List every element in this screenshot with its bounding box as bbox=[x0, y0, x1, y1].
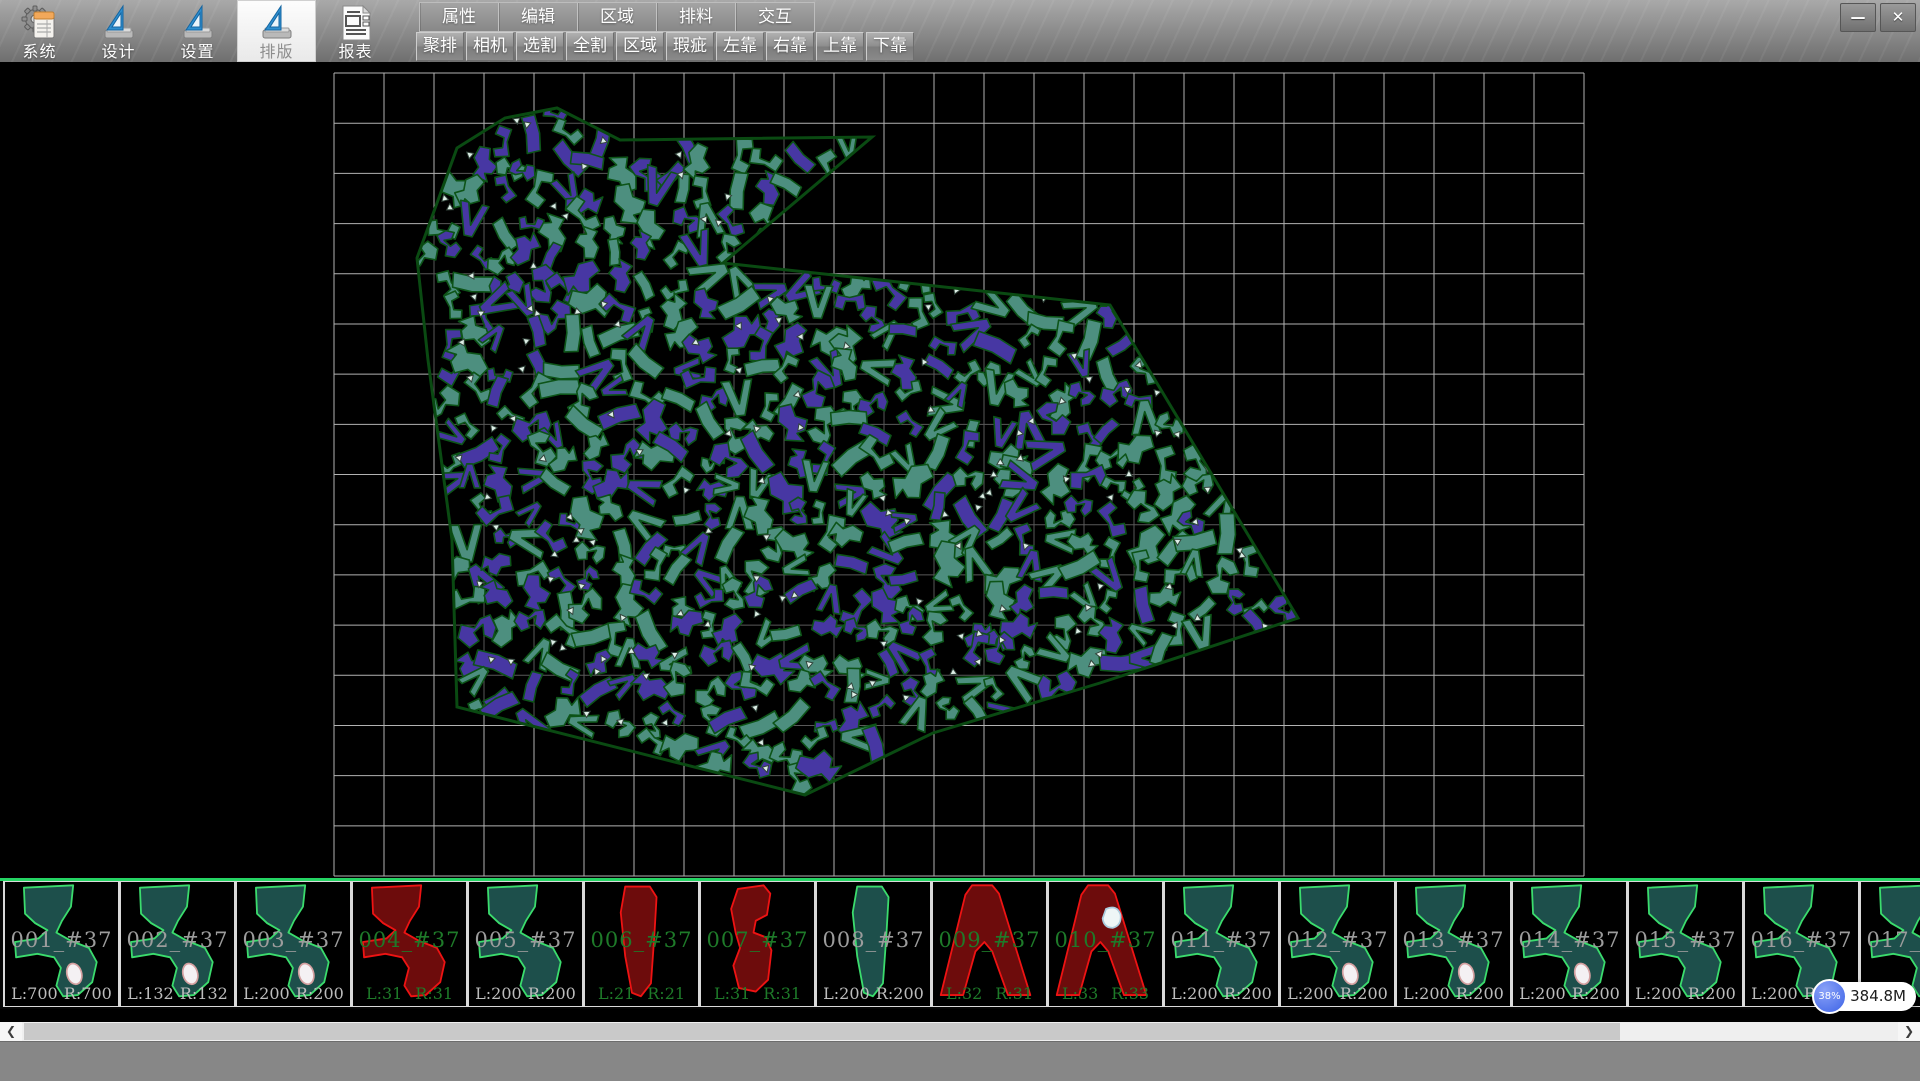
thumbnail-cell-7[interactable]: 007_#37L:31R:31 bbox=[699, 881, 815, 1007]
thumbnail-cell-4[interactable]: 004_#37L:31R:31 bbox=[351, 881, 467, 1007]
horizontal-scrollbar[interactable]: ❮ ❯ bbox=[0, 1022, 1920, 1041]
piece-shape bbox=[818, 883, 930, 1001]
thumbnail-cell-14[interactable]: 014_#37L:200R:200 bbox=[1511, 881, 1627, 1007]
set-square-icon bbox=[257, 3, 297, 43]
menu-tab-5[interactable]: 交互 bbox=[736, 3, 814, 31]
thumbnail-cell-11[interactable]: 011_#37L:200R:200 bbox=[1163, 881, 1279, 1007]
scrollbar-thumb[interactable] bbox=[24, 1023, 1620, 1040]
tool-button-6[interactable]: 瑕疵 bbox=[666, 32, 714, 61]
tool-button-5[interactable]: 区域 bbox=[616, 32, 664, 61]
piece-shape bbox=[122, 883, 234, 1001]
mode-button-label: 系统 bbox=[22, 43, 56, 61]
report-icon bbox=[336, 3, 376, 43]
mode-button-label: 排版 bbox=[259, 43, 293, 61]
main-mode-buttons: 系统 设计 设置 排版 报表 bbox=[0, 0, 395, 62]
mode-button-report[interactable]: 报表 bbox=[316, 0, 395, 62]
scroll-left-arrow-icon[interactable]: ❮ bbox=[0, 1022, 22, 1041]
thumbnail-cell-2[interactable]: 002_#37L:132R:132 bbox=[119, 881, 235, 1007]
status-bar bbox=[0, 1041, 1920, 1081]
piece-shape bbox=[1514, 883, 1626, 1001]
thumbnail-cell-10[interactable]: 010_#37L:33R:33 bbox=[1047, 881, 1163, 1007]
piece-thumbnail-strip: 001_#37L:700R:700002_#37L:132R:132003_#3… bbox=[0, 881, 1920, 1009]
piece-shape bbox=[354, 883, 466, 1001]
mode-button-label: 设置 bbox=[180, 43, 214, 61]
system-gear-icon bbox=[20, 3, 60, 43]
percent-badge[interactable]: 38% bbox=[1812, 979, 1847, 1014]
piece-shape bbox=[934, 883, 1046, 1001]
tool-button-row: 聚排相机选割全割区域瑕疵左靠右靠上靠下靠 bbox=[416, 32, 916, 61]
mode-button-label: 设计 bbox=[101, 43, 135, 61]
thumbnail-cell-5[interactable]: 005_#37L:200R:200 bbox=[467, 881, 583, 1007]
menu-tab-1[interactable]: 属性 bbox=[420, 3, 499, 31]
thumbnail-cell-12[interactable]: 012_#37L:200R:200 bbox=[1279, 881, 1395, 1007]
tool-button-4[interactable]: 全割 bbox=[566, 32, 614, 61]
tool-button-10[interactable]: 下靠 bbox=[866, 32, 914, 61]
close-button[interactable]: ✕ bbox=[1880, 3, 1916, 32]
thumbnail-cell-8[interactable]: 008_#37L:200R:200 bbox=[815, 881, 931, 1007]
piece-shape bbox=[6, 883, 118, 1001]
menu-tab-3[interactable]: 区域 bbox=[578, 3, 657, 31]
window-controls: — ✕ bbox=[1840, 3, 1916, 32]
titlebar: 系统设计设置排版报表 属性编辑区域排料交互 聚排相机选割全割区域瑕疵左靠右靠上靠… bbox=[0, 0, 1920, 63]
piece-shape bbox=[1282, 883, 1394, 1001]
mode-button-settings[interactable]: 设置 bbox=[158, 0, 237, 62]
piece-shape bbox=[1166, 883, 1278, 1001]
piece-shape bbox=[1630, 883, 1742, 1001]
thumbnail-cell-9[interactable]: 009_#37L:32R:31 bbox=[931, 881, 1047, 1007]
piece-shape bbox=[1050, 883, 1162, 1001]
menu-tab-2[interactable]: 编辑 bbox=[499, 3, 578, 31]
mode-button-design[interactable]: 设计 bbox=[79, 0, 158, 62]
piece-shape bbox=[238, 883, 350, 1001]
menu-tab-row: 属性编辑区域排料交互 bbox=[419, 2, 815, 32]
nesting-canvas-area[interactable] bbox=[0, 62, 1920, 878]
piece-shape bbox=[470, 883, 582, 1001]
nesting-canvas[interactable] bbox=[0, 62, 1920, 878]
mode-button-system[interactable]: 系统 bbox=[0, 0, 79, 62]
thumbnail-cell-3[interactable]: 003_#37L:200R:200 bbox=[235, 881, 351, 1007]
tool-button-1[interactable]: 聚排 bbox=[416, 32, 464, 61]
scroll-right-arrow-icon[interactable]: ❯ bbox=[1898, 1022, 1920, 1041]
thumbnail-cell-6[interactable]: 006_#37L:21R:21 bbox=[583, 881, 699, 1007]
mode-button-label: 报表 bbox=[338, 43, 372, 61]
set-square-icon bbox=[178, 3, 218, 43]
piece-shape bbox=[586, 883, 698, 1001]
thumbnail-cell-15[interactable]: 015_#37L:200R:200 bbox=[1627, 881, 1743, 1007]
piece-shape bbox=[1398, 883, 1510, 1001]
tool-button-8[interactable]: 右靠 bbox=[766, 32, 814, 61]
set-square-icon bbox=[99, 3, 139, 43]
tool-button-9[interactable]: 上靠 bbox=[816, 32, 864, 61]
tool-button-2[interactable]: 相机 bbox=[466, 32, 514, 61]
thumbnail-cell-1[interactable]: 001_#37L:700R:700 bbox=[3, 881, 119, 1007]
minimize-button[interactable]: — bbox=[1840, 3, 1876, 32]
menu-tab-4[interactable]: 排料 bbox=[657, 3, 736, 31]
app-window: { "titlebar": { "big_buttons": [ {"id":"… bbox=[0, 0, 1920, 1080]
thumbnail-cell-13[interactable]: 013_#37L:200R:200 bbox=[1395, 881, 1511, 1007]
piece-shape bbox=[702, 883, 814, 1001]
tool-button-7[interactable]: 左靠 bbox=[716, 32, 764, 61]
mode-button-nesting[interactable]: 排版 bbox=[237, 0, 316, 62]
tool-button-3[interactable]: 选割 bbox=[516, 32, 564, 61]
